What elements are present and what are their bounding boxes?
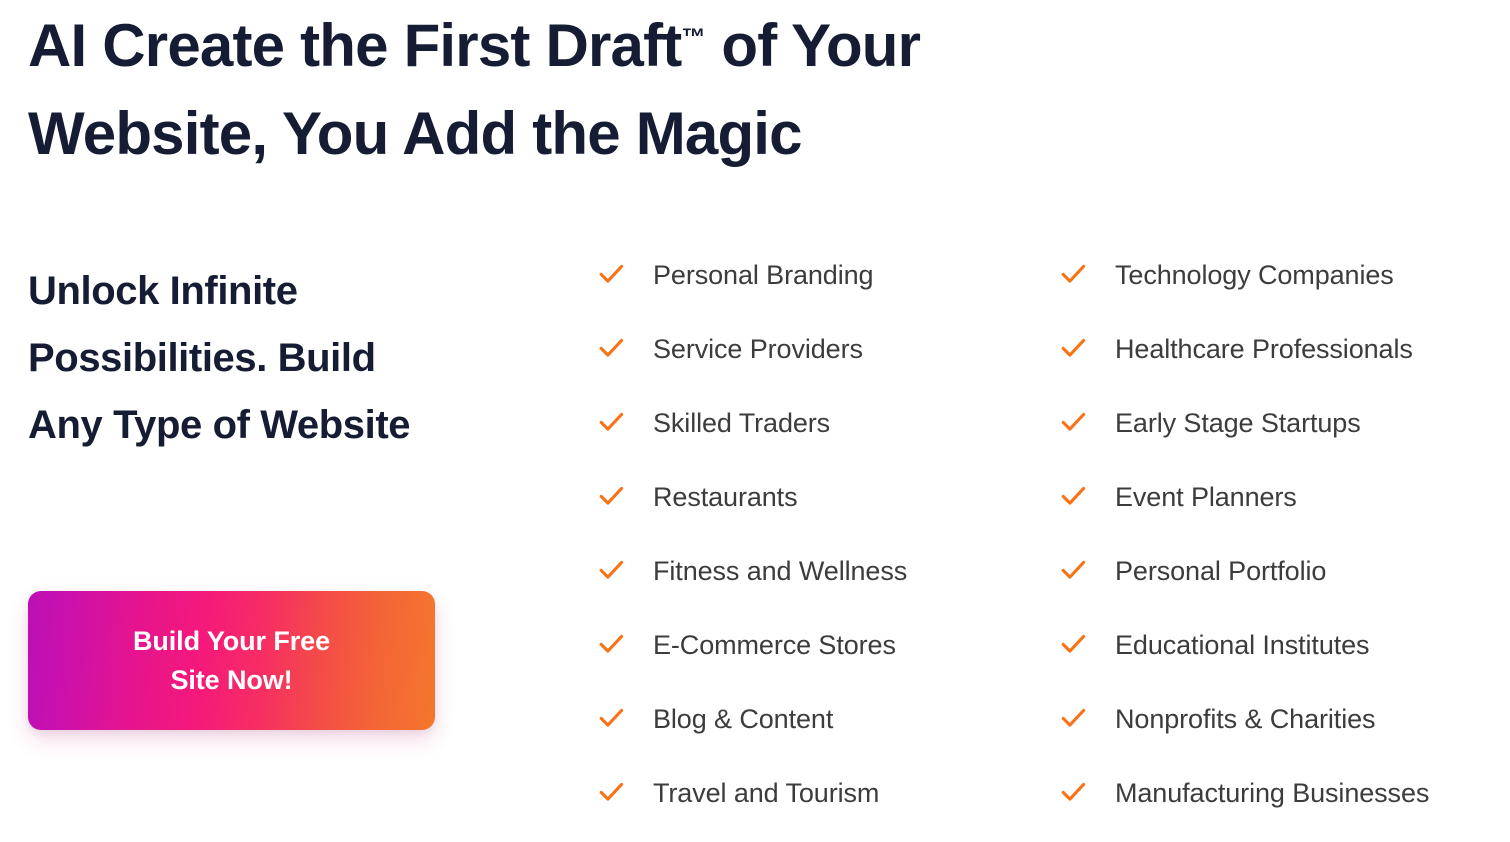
trademark-symbol: ™ bbox=[681, 24, 706, 51]
list-item-label: E-Commerce Stores bbox=[653, 630, 896, 660]
list-item-label: Travel and Tourism bbox=[653, 778, 880, 808]
headline-text-before-trademark: AI Create the First Draft bbox=[28, 12, 682, 79]
list-item-label: Service Providers bbox=[653, 334, 863, 364]
list-item-label: Manufacturing Businesses bbox=[1115, 778, 1430, 808]
list-item: Healthcare Professionals bbox=[1060, 332, 1510, 406]
list-item-label: Fitness and Wellness bbox=[653, 556, 908, 586]
build-free-site-button[interactable]: Build Your Free Site Now! bbox=[28, 591, 435, 730]
list-item: Event Planners bbox=[1060, 480, 1510, 554]
list-item: Service Providers bbox=[598, 332, 1038, 406]
list-item-label: Skilled Traders bbox=[653, 408, 831, 438]
list-item-label: Blog & Content bbox=[653, 704, 834, 734]
list-item: Nonprofits & Charities bbox=[1060, 702, 1510, 776]
list-item-label: Personal Branding bbox=[653, 260, 874, 290]
list-item-label: Healthcare Professionals bbox=[1115, 334, 1413, 364]
hero-section: AI Create the First Draft™ of Your Websi… bbox=[0, 0, 1510, 842]
list-item-label: Nonprofits & Charities bbox=[1115, 704, 1376, 734]
list-item-label: Early Stage Startups bbox=[1115, 408, 1361, 438]
check-icon bbox=[598, 261, 625, 288]
check-icon bbox=[598, 409, 625, 436]
check-icon bbox=[1060, 557, 1087, 584]
check-icon bbox=[1060, 261, 1087, 288]
check-icon bbox=[1060, 335, 1087, 362]
list-item-label: Event Planners bbox=[1115, 482, 1297, 512]
list-item: Skilled Traders bbox=[598, 406, 1038, 480]
check-icon bbox=[1060, 705, 1087, 732]
list-item: Manufacturing Businesses bbox=[1060, 776, 1510, 842]
check-icon bbox=[1060, 631, 1087, 658]
list-item: Technology Companies bbox=[1060, 258, 1510, 332]
cta-container: Build Your Free Site Now! bbox=[28, 591, 435, 730]
list-item-label: Technology Companies bbox=[1115, 260, 1394, 290]
list-item: Educational Institutes bbox=[1060, 628, 1510, 702]
list-item: Restaurants bbox=[598, 480, 1038, 554]
list-item-label: Personal Portfolio bbox=[1115, 556, 1327, 586]
check-icon bbox=[598, 483, 625, 510]
check-icon bbox=[1060, 779, 1087, 806]
checklist-column-left: Personal Branding Service Providers Skille… bbox=[598, 258, 1038, 842]
list-item: Travel and Tourism bbox=[598, 776, 1038, 842]
list-item: E-Commerce Stores bbox=[598, 628, 1038, 702]
list-item: Personal Branding bbox=[598, 258, 1038, 332]
check-icon bbox=[1060, 483, 1087, 510]
list-item: Fitness and Wellness bbox=[598, 554, 1038, 628]
list-item-label: Educational Institutes bbox=[1115, 630, 1370, 660]
list-item: Personal Portfolio bbox=[1060, 554, 1510, 628]
check-icon bbox=[598, 705, 625, 732]
list-item: Early Stage Startups bbox=[1060, 406, 1510, 480]
list-item-label: Restaurants bbox=[653, 482, 798, 512]
page-title: AI Create the First Draft™ of Your Websi… bbox=[28, 2, 1068, 178]
check-icon bbox=[598, 335, 625, 362]
hero-subheadline: Unlock Infinite Possibilities. Build Any… bbox=[28, 269, 411, 447]
checklist-column-right: Technology Companies Healthcare Professio… bbox=[1060, 258, 1510, 842]
list-item: Blog & Content bbox=[598, 702, 1038, 776]
check-icon bbox=[598, 557, 625, 584]
check-icon bbox=[598, 631, 625, 658]
check-icon bbox=[1060, 409, 1087, 436]
hero-left-column: Unlock Infinite Possibilities. Build Any… bbox=[28, 258, 498, 459]
check-icon bbox=[598, 779, 625, 806]
